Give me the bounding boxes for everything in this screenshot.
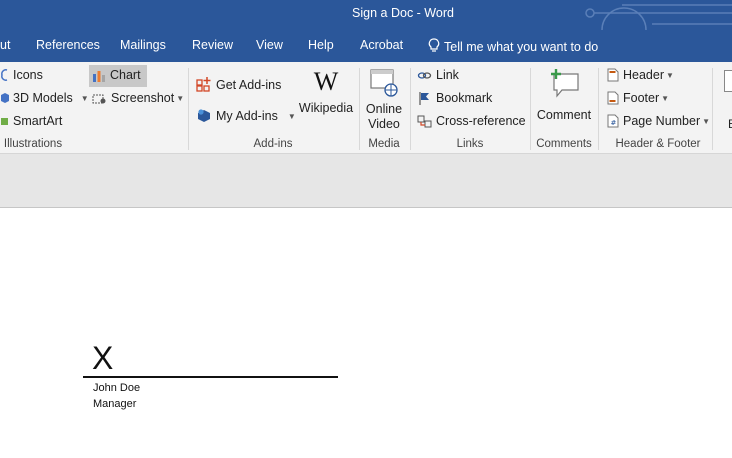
link-button[interactable]: Link	[417, 68, 459, 82]
tell-me-label: Tell me what you want to do	[444, 40, 599, 54]
tab-layout[interactable]: ut	[0, 38, 10, 52]
store-grid-icon	[196, 77, 211, 92]
tab-review[interactable]: Review	[192, 38, 233, 52]
text-box-button[interactable]	[724, 70, 732, 92]
footer-button[interactable]: Footer ▼	[607, 91, 669, 105]
footer-page-icon	[607, 91, 619, 105]
group-separator	[188, 68, 189, 150]
tab-references[interactable]: References	[36, 38, 100, 52]
bookmark-flag-icon	[419, 92, 429, 105]
new-comment-button[interactable]: Comment	[535, 68, 593, 122]
signature-x-mark: X	[92, 340, 114, 376]
signature-line[interactable]	[83, 376, 338, 378]
group-separator	[359, 68, 360, 150]
online-video-button[interactable]: Online Video	[362, 68, 406, 132]
puzzle-box-icon	[198, 109, 210, 122]
signer-title: Manager	[93, 398, 137, 410]
chart-button[interactable]: Chart	[92, 68, 141, 82]
tell-me-search[interactable]: Tell me what you want to do	[428, 38, 598, 54]
icons-icon	[1, 69, 8, 81]
page-number-button[interactable]: # Page Number ▼	[607, 114, 710, 128]
lightbulb-icon	[428, 38, 440, 52]
online-video-icon	[370, 69, 398, 97]
smartart-icon	[1, 118, 8, 125]
group-separator	[410, 68, 411, 150]
page-number-icon: #	[607, 114, 619, 128]
header-footer-group-label: Header & Footer	[615, 138, 701, 150]
document-page[interactable]: X John Doe Manager	[0, 208, 732, 458]
3d-models-button[interactable]: 3D Models ▼	[0, 91, 89, 105]
ribbon-edge-letter: E	[728, 117, 732, 131]
header-page-icon	[607, 68, 619, 82]
tab-mailings[interactable]: Mailings	[120, 38, 166, 52]
tab-help[interactable]: Help	[308, 38, 334, 52]
ribbon-tabs: ut References Mailings Review View Help …	[0, 30, 732, 62]
cross-reference-button[interactable]: Cross-reference	[417, 114, 526, 128]
svg-text:#: #	[611, 119, 617, 127]
bar-chart-icon	[93, 71, 105, 82]
title-bar: Sign a Doc - Word	[0, 0, 732, 30]
my-add-ins-button[interactable]: My Add-ins ▼	[196, 107, 296, 123]
title-decoration-graphic	[585, 4, 732, 30]
smartart-button[interactable]: SmartArt	[0, 114, 62, 128]
cross-reference-icon	[417, 115, 432, 128]
add-ins-group-label: Add-ins	[253, 138, 293, 150]
icons-button[interactable]: Icons	[0, 68, 43, 82]
page-gap-area	[0, 154, 732, 208]
links-group-label: Links	[456, 138, 484, 150]
media-group-label: Media	[368, 138, 400, 150]
camera-icon	[92, 94, 106, 104]
link-icon	[417, 72, 432, 79]
get-add-ins-button[interactable]: Get Add-ins	[196, 76, 281, 92]
group-separator	[712, 68, 713, 150]
cube-icon	[1, 93, 9, 103]
tab-acrobat[interactable]: Acrobat	[360, 38, 403, 52]
comment-bubble-icon	[551, 69, 579, 98]
screenshot-button[interactable]: Screenshot ▼	[92, 91, 184, 105]
illustrations-group-label: Illustrations	[3, 138, 63, 150]
group-separator	[598, 68, 599, 150]
header-button[interactable]: Header ▼	[607, 68, 674, 82]
comments-group-label: Comments	[536, 138, 592, 150]
group-separator	[530, 68, 531, 150]
bookmark-button[interactable]: Bookmark	[417, 91, 492, 105]
wikipedia-w-icon: W	[313, 67, 339, 96]
wikipedia-button[interactable]: W Wikipedia	[298, 67, 354, 116]
tab-view[interactable]: View	[256, 38, 283, 52]
signer-name: John Doe	[93, 382, 141, 394]
ribbon: Icons 3D Models ▼ SmartArt Chart Screensh…	[0, 62, 732, 154]
